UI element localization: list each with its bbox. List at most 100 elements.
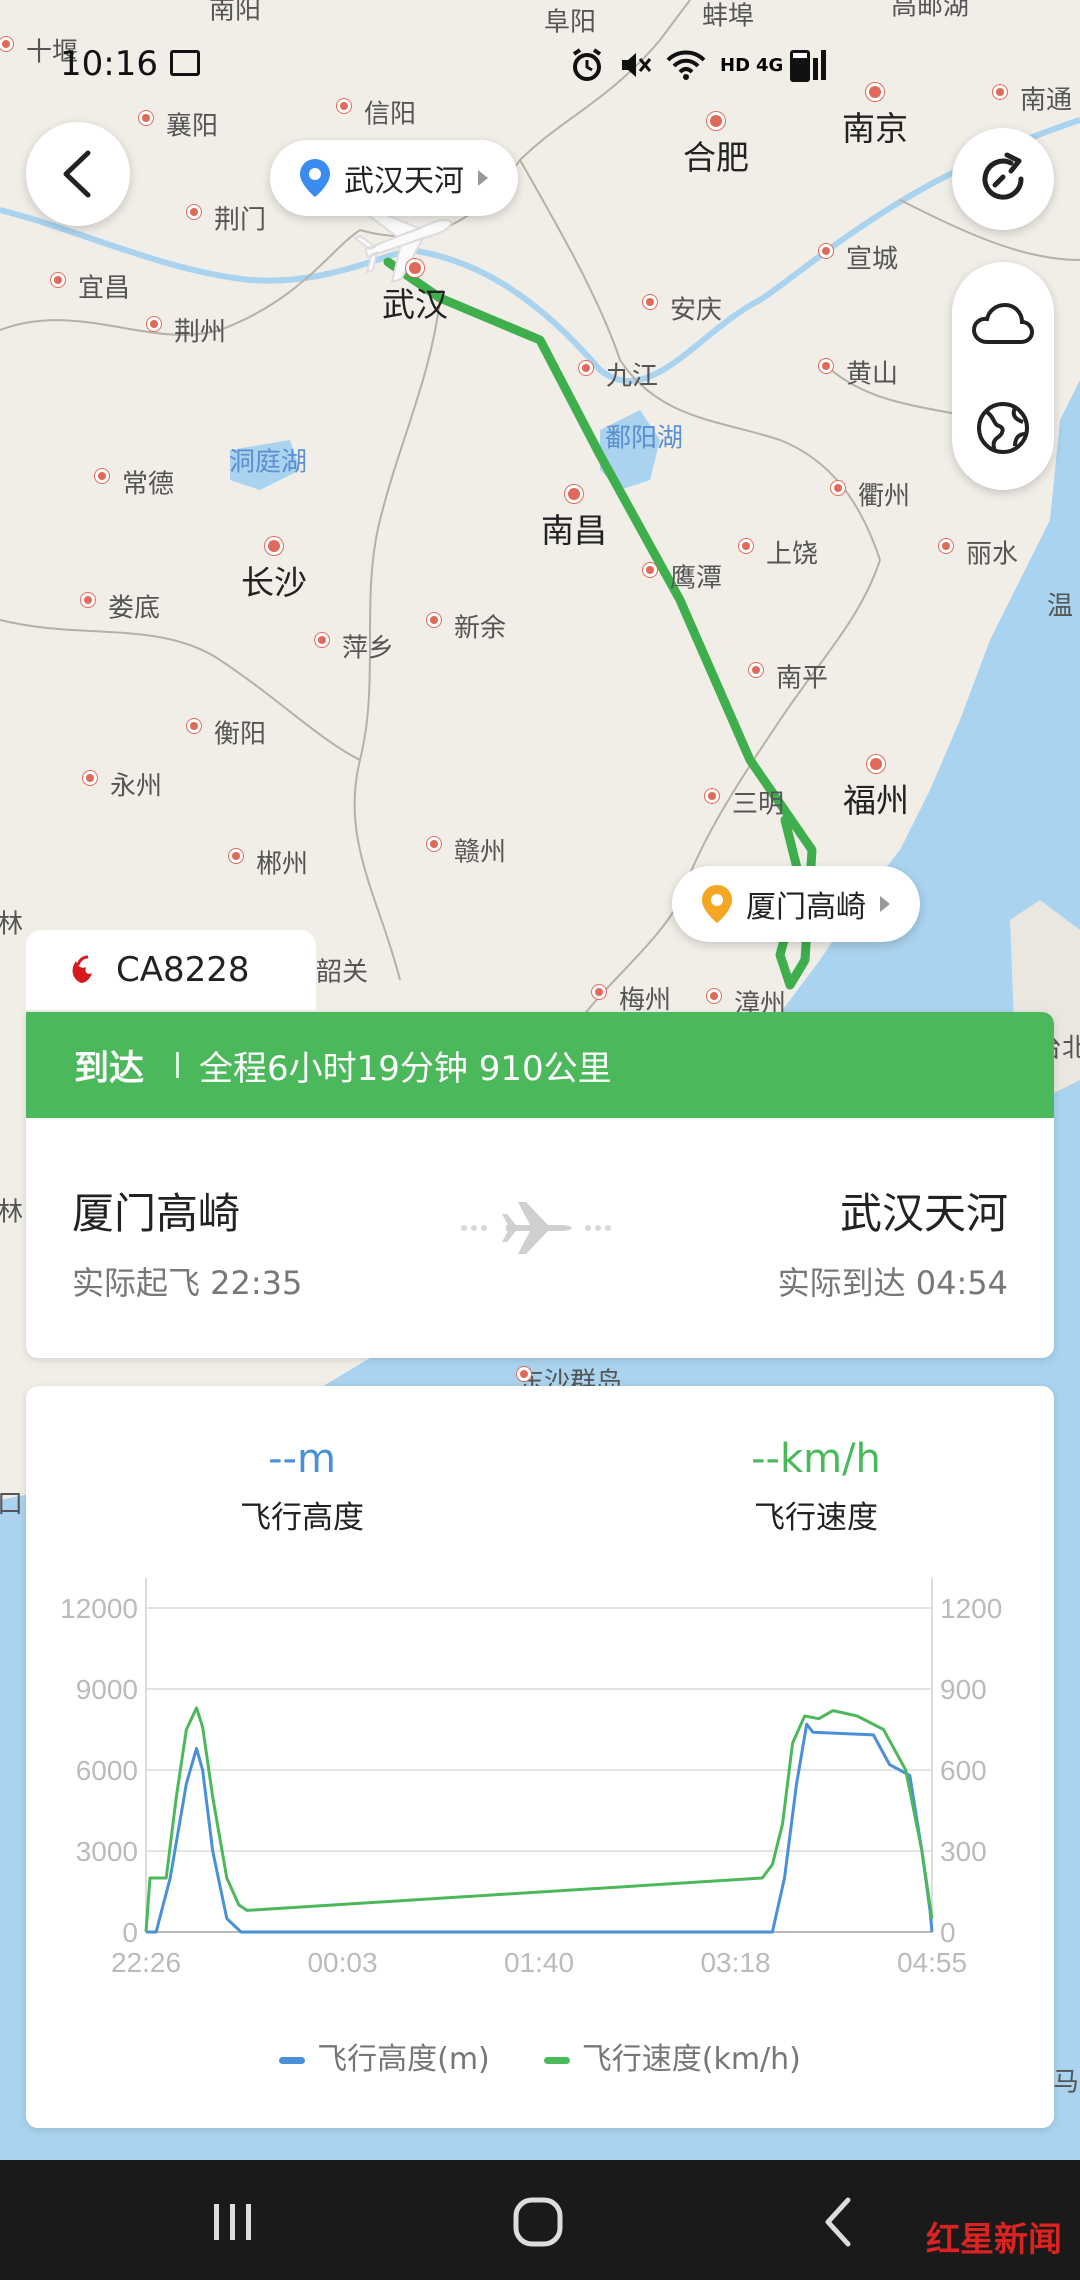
y-left-tick-label: 9000 xyxy=(76,1674,138,1705)
map-tools-stack xyxy=(952,262,1054,490)
city-label: 宣城 xyxy=(845,244,899,275)
city-label: 信阳 xyxy=(363,99,417,130)
speed-series-line xyxy=(144,1706,934,1933)
city-label: 娄底 xyxy=(107,593,161,624)
flight-number-tab: CA8228 xyxy=(26,930,316,1010)
city-label: 南阳 xyxy=(208,0,262,26)
city-label: 高邮湖 xyxy=(890,0,970,22)
city-dot xyxy=(819,244,833,258)
city-dot xyxy=(739,539,753,553)
city-label: 郴州 xyxy=(255,849,309,880)
recent-apps-icon[interactable] xyxy=(208,2200,258,2244)
city-label: 衡阳 xyxy=(213,719,267,750)
destination-airport-pill[interactable]: 厦门高崎 xyxy=(672,866,920,942)
chevron-left-icon xyxy=(63,150,91,198)
city-dot xyxy=(579,361,593,375)
city-label: 鹰潭 xyxy=(669,563,723,594)
city-label: 上饶 xyxy=(765,539,819,570)
city-label: 鄱阳湖 xyxy=(604,423,684,454)
watermark-logo: 红星新闻 xyxy=(926,2220,1062,2260)
globe-icon xyxy=(977,402,1029,454)
origin-pill-label: 武汉天河 xyxy=(344,164,464,199)
legend-speed[interactable]: 飞行速度(km/h) xyxy=(543,2034,801,2078)
route-plane-icon xyxy=(461,1202,611,1254)
flight-status: 到达 xyxy=(74,1048,145,1089)
x-tick-label: 00:03 xyxy=(307,1947,377,1978)
city-dot xyxy=(265,537,283,555)
city-dot xyxy=(427,613,441,627)
city-label: 荆州 xyxy=(173,317,227,348)
gallery-notification-icon xyxy=(170,50,200,76)
city-label: 南昌 xyxy=(541,511,607,550)
city-label: 长沙 xyxy=(241,563,307,602)
cloud-icon xyxy=(971,302,1035,344)
refresh-icon xyxy=(982,152,1024,200)
city-label: 阜阳 xyxy=(543,7,597,38)
flight-number: CA8228 xyxy=(116,950,250,990)
x-tick-label: 04:55 xyxy=(897,1947,967,1978)
city-dot xyxy=(83,771,97,785)
legend-altitude-swatch xyxy=(279,2057,306,2064)
city-dot xyxy=(867,755,885,773)
arrival-airport: 武汉天河 xyxy=(839,1189,1008,1238)
city-label: 襄阳 xyxy=(165,111,219,142)
globe-layer-button[interactable] xyxy=(952,380,1054,476)
weather-layer-button[interactable] xyxy=(952,276,1054,372)
departure-airport: 厦门高崎 xyxy=(72,1189,241,1238)
y-left-tick-label: 0 xyxy=(122,1917,138,1948)
x-tick-label: 22:26 xyxy=(111,1947,181,1978)
y-left-tick-label: 12000 xyxy=(60,1593,138,1624)
y-right-tick-label: 900 xyxy=(940,1674,987,1705)
y-left-tick-label: 3000 xyxy=(76,1836,138,1867)
home-icon[interactable] xyxy=(510,2194,566,2250)
city-label: 赣州 xyxy=(453,837,507,868)
city-label: 合肥 xyxy=(683,138,749,177)
city-dot xyxy=(315,633,329,647)
system-nav-bar xyxy=(0,2160,1080,2280)
city-label: 林 xyxy=(0,909,24,940)
origin-airport-pill[interactable]: 武汉天河 xyxy=(270,140,518,216)
city-label: 梅州 xyxy=(618,985,672,1016)
city-label: 马 xyxy=(1052,2067,1080,2098)
flight-summary: 全程6小时19分钟 910公里 xyxy=(199,1048,612,1089)
city-dot xyxy=(406,259,424,277)
legend-speed-swatch xyxy=(543,2057,570,2064)
city-label: 温 xyxy=(1046,591,1074,622)
city-dot xyxy=(643,563,657,577)
flight-info-card: 到达 全程6小时19分钟 910公里 厦门高崎 实际起飞 22:35 武汉天河 … xyxy=(26,1012,1054,1358)
mute-icon xyxy=(622,53,652,77)
city-dot xyxy=(565,485,583,503)
city-dot xyxy=(229,849,243,863)
refresh-button[interactable] xyxy=(952,128,1054,230)
city-dot xyxy=(517,1367,531,1381)
city-dot xyxy=(939,539,953,553)
back-button[interactable] xyxy=(26,122,130,226)
city-dot xyxy=(427,837,441,851)
city-label: 南平 xyxy=(775,663,829,694)
legend-altitude[interactable]: 飞行高度(m) xyxy=(279,2034,490,2078)
flight-route-summary: 厦门高崎 实际起飞 22:35 武汉天河 实际到达 04:54 xyxy=(26,1118,1054,1358)
city-label: 丽水 xyxy=(965,539,1019,570)
city-label: 安庆 xyxy=(669,295,723,326)
altitude-series-line xyxy=(146,1722,934,1934)
city-dot xyxy=(147,317,161,331)
y-right-tick-label: 600 xyxy=(940,1755,987,1786)
city-dot xyxy=(592,985,606,999)
status-bar: 10:16 HD 4G xyxy=(0,36,1080,96)
back-nav-icon[interactable] xyxy=(818,2196,858,2248)
city-label: 宜昌 xyxy=(77,273,131,304)
y-left-tick-label: 6000 xyxy=(76,1755,138,1786)
y-right-tick-label: 0 xyxy=(940,1917,956,1948)
battery-icon xyxy=(790,50,810,82)
arrival-time: 实际到达 04:54 xyxy=(777,1264,1008,1302)
city-label: 洞庭湖 xyxy=(228,447,308,478)
legend-altitude-label: 飞行高度(m) xyxy=(317,2042,490,2077)
city-label: 林 xyxy=(0,1197,24,1228)
alarm-icon xyxy=(572,48,602,81)
city-label: 黄山 xyxy=(845,359,899,390)
destination-pill-label: 厦门高崎 xyxy=(746,890,866,925)
city-label: 蚌埠 xyxy=(701,1,755,32)
flight-profile-chart: 12000 12009000 9006000 6003000 3000 022:26 00:… xyxy=(60,1578,1002,1978)
city-dot xyxy=(705,789,719,803)
city-label: 韶关 xyxy=(315,957,369,988)
